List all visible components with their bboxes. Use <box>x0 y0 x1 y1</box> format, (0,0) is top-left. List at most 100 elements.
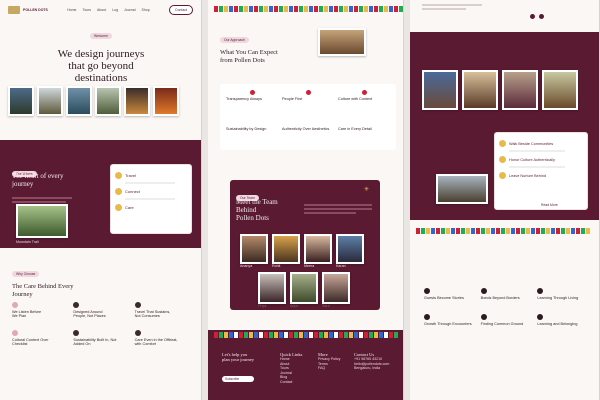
nav-item-journal[interactable]: Journal <box>124 8 135 12</box>
nav-item-shop[interactable]: Shop <box>142 8 150 12</box>
member-photo <box>272 234 300 264</box>
read-more-button[interactable]: Read More <box>536 202 563 208</box>
hero-photo-2 <box>37 86 63 116</box>
sparkle-icon: ✳ <box>364 187 370 193</box>
hero-headline-line-1: We design journeys <box>57 48 145 60</box>
member-name: Priya <box>258 304 267 308</box>
footer-link[interactable]: Contact <box>280 380 302 385</box>
carousel-controls <box>530 14 544 19</box>
logo-text: POLLEN DOTS <box>23 8 48 12</box>
prev-arrow-icon[interactable] <box>530 14 535 19</box>
prayer-flags-top <box>214 6 403 12</box>
care-card: Sustainability Built In, Not Added On <box>73 330 130 346</box>
team-member[interactable]: Ananya <box>240 234 268 269</box>
member-name: Rohit <box>272 264 281 268</box>
team-member[interactable]: Karan <box>336 234 364 269</box>
hero-photo-6 <box>153 86 179 116</box>
expect-card-title: Transparency Always <box>226 97 262 101</box>
care-header: Why Choose The Care Behind Every Journey <box>12 262 74 298</box>
people-icon <box>305 90 311 95</box>
team-member[interactable]: Meera <box>304 234 332 269</box>
screenshot-canvas: POLLEN DOTS Home Tours About Log Journal… <box>0 0 600 400</box>
community-intro-text <box>422 2 482 12</box>
member-photo <box>304 234 332 264</box>
care-card-title-2: with Comfort <box>134 342 156 346</box>
expect-card: Care in Every Detail <box>338 127 390 145</box>
heart-item-care: Care <box>115 204 187 211</box>
care-card: Designed Around People, Not Places <box>73 302 130 318</box>
feature-card: Bonds Beyond Borders <box>480 288 534 300</box>
feature-title: Finding Common Ground <box>480 322 524 326</box>
nurture-icon <box>499 172 506 179</box>
hero-photo-1 <box>8 86 34 116</box>
community-group-photo <box>436 174 488 204</box>
team-title-line-2: Behind <box>236 206 257 214</box>
team-row-1: Ananya Rohit Meera Karan <box>240 234 364 269</box>
team-member[interactable]: Rohit <box>272 234 300 269</box>
community-photo <box>422 70 458 110</box>
learning-icon <box>537 288 544 294</box>
care-card-grid: We Listen Before We Plan Designed Around… <box>12 302 192 346</box>
footer-link[interactable]: Privacy Policy <box>318 357 340 362</box>
nav-item-about[interactable]: About <box>97 8 106 12</box>
nav-item-tours[interactable]: Tours <box>82 8 91 12</box>
listen-icon <box>12 302 18 308</box>
care-chip: Why Choose <box>12 271 40 277</box>
site-header: POLLEN DOTS Home Tours About Log Journal… <box>0 0 201 20</box>
expect-card-title: Authenticity Over Aesthetics <box>282 126 330 131</box>
member-photo <box>322 272 350 304</box>
footer-link[interactable]: FAQ <box>318 366 340 371</box>
heart-item-travel: Travel <box>115 172 187 179</box>
hero-headline-line-2: that go beyond <box>68 60 134 72</box>
expect-photo <box>318 28 366 56</box>
logo-mark <box>8 6 20 14</box>
site-logo[interactable]: POLLEN DOTS <box>8 6 48 14</box>
care-icon <box>115 204 122 211</box>
member-photo <box>258 272 286 304</box>
next-arrow-icon[interactable] <box>539 14 544 19</box>
care-card-title-2: Checklist <box>12 342 28 346</box>
care-card-title-2: Added On <box>73 342 91 346</box>
heart-section: Our Values The heart of every journey Mo… <box>0 140 201 248</box>
community-values-card: Walk Beside Communities Honor Culture Au… <box>494 132 588 210</box>
team-member[interactable]: Arjun <box>290 272 318 309</box>
team-title-line-3: Pollen Dots <box>236 214 269 222</box>
expect-card: Culture with Context <box>338 90 390 115</box>
heart-list-card: Travel Connect Care <box>110 164 192 234</box>
member-name: Karan <box>336 264 346 268</box>
page-community: Walk Beside Communities Honor Culture Au… <box>410 0 600 400</box>
care-card: Care Even in the Offbeat, with Comfort <box>134 330 192 346</box>
expect-card-title: Culture with Context <box>338 97 373 101</box>
community-item-label: Honor Culture Authentically <box>509 157 556 162</box>
heart-item-label: Care <box>125 205 134 210</box>
features-grid: Guests Become Stories Bonds Beyond Borde… <box>424 288 590 326</box>
community-photo-row <box>422 70 578 110</box>
member-photo <box>290 272 318 304</box>
expect-title-line-1: What You Can Expect <box>220 49 278 56</box>
nav-item-home[interactable]: Home <box>67 8 76 12</box>
hero-section: Welcome We design journeys that go beyon… <box>0 24 201 84</box>
growth-icon <box>424 314 430 320</box>
subscribe-button[interactable]: Subscribe <box>222 376 254 382</box>
feature-card: Learning Through Living <box>537 288 590 300</box>
footer-address: Bengaluru, India <box>354 366 381 371</box>
heart-photo <box>16 204 68 238</box>
contact-button[interactable]: Contact <box>168 5 193 15</box>
page-home: POLLEN DOTS Home Tours About Log Journal… <box>0 0 202 400</box>
story-icon <box>424 288 430 294</box>
community-item-label: Walk Beside Communities <box>509 141 554 146</box>
culture-icon <box>499 156 506 163</box>
team-description <box>304 202 372 216</box>
compass-icon <box>134 330 141 336</box>
team-member[interactable]: Priya <box>258 272 286 309</box>
nav-item-log[interactable]: Log <box>112 8 118 12</box>
heart-item-label: Connect <box>125 189 140 194</box>
team-row-2: Priya Arjun Sara <box>258 272 350 309</box>
feature-card: Growth Through Encounters <box>424 314 477 326</box>
team-member[interactable]: Sara <box>322 272 350 309</box>
member-photo <box>240 234 268 264</box>
feature-title: Learning Through Living <box>537 296 579 300</box>
bond-icon <box>480 288 487 294</box>
prayer-flags-footer <box>214 332 398 338</box>
expect-header: Our Approach What You Can Expect from Po… <box>220 28 278 64</box>
